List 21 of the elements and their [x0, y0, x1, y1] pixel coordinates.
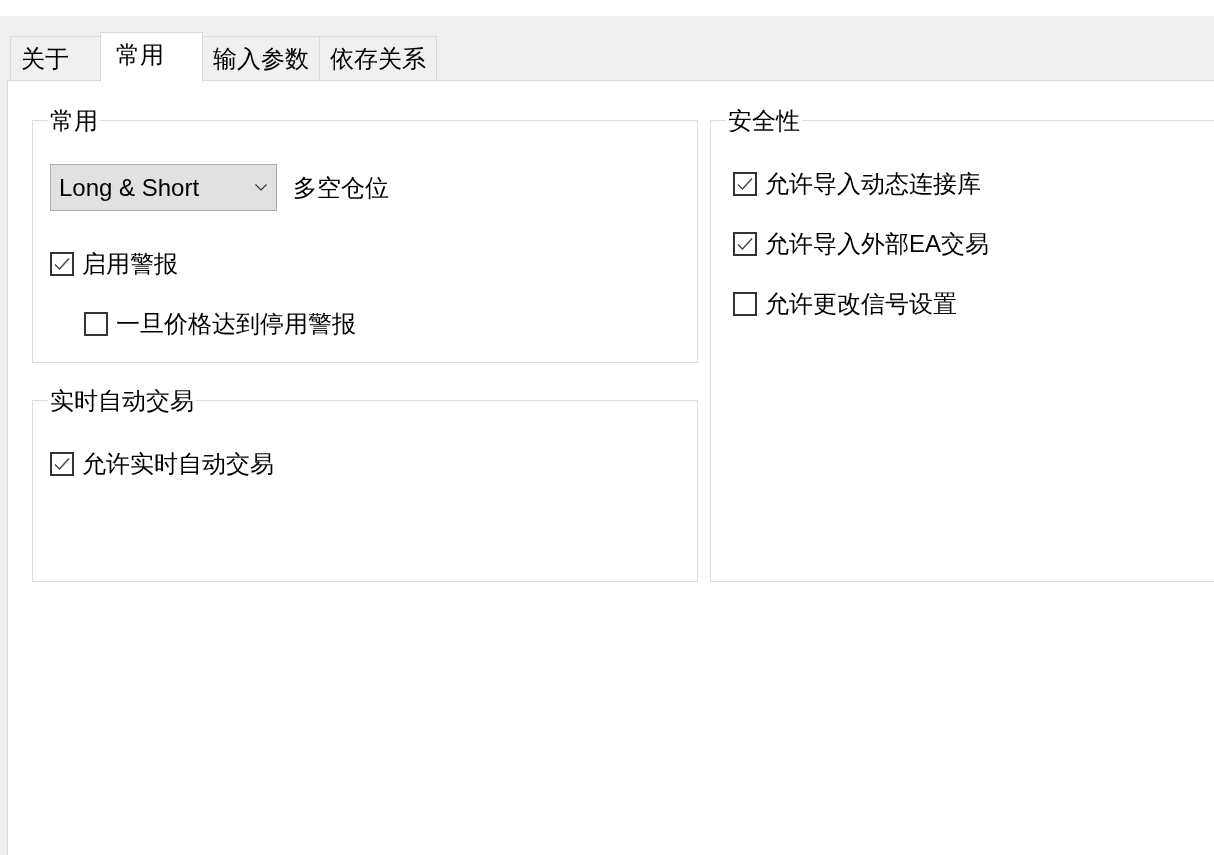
checkbox-label: 一旦价格达到停用警报: [116, 309, 356, 339]
checkbox-label: 允许导入外部EA交易: [765, 229, 989, 259]
group-title: 安全性: [727, 106, 801, 135]
field-label: 多空仓位: [293, 172, 389, 203]
position-dropdown[interactable]: Long & Short: [50, 164, 277, 211]
tab[interactable]: 关于: [10, 36, 101, 80]
group-title: 常用: [49, 106, 99, 135]
tab[interactable]: 依存关系: [319, 36, 437, 80]
checkbox-label: 启用警报: [82, 249, 178, 279]
checkbox[interactable]: [84, 312, 108, 336]
checkbox[interactable]: [733, 232, 757, 256]
checkbox[interactable]: [733, 292, 757, 316]
checkbox[interactable]: [50, 452, 74, 476]
checkbox-label: 允许实时自动交易: [82, 449, 274, 479]
checkbox[interactable]: [733, 172, 757, 196]
checkbox-label: 允许导入动态连接库: [765, 169, 981, 199]
chevron-down-icon: [255, 184, 267, 191]
checkbox[interactable]: [50, 252, 74, 276]
checkbox-label: 允许更改信号设置: [765, 289, 957, 319]
group-title: 实时自动交易: [49, 386, 195, 415]
tab[interactable]: 常用: [100, 32, 203, 82]
